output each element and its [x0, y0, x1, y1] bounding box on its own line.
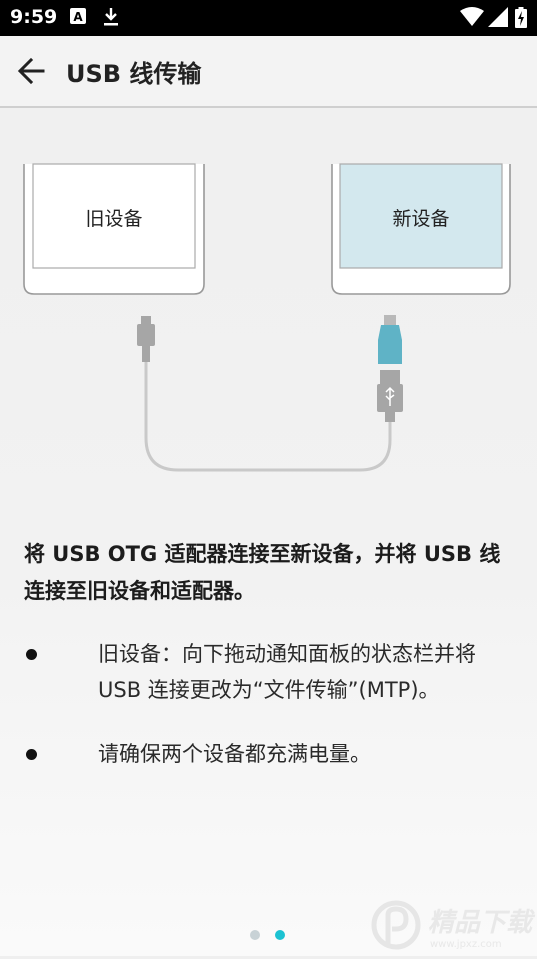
new-device-illustration: 新设备	[331, 163, 511, 295]
usb-cable	[144, 346, 392, 472]
page-title: USB 线传输	[66, 60, 202, 88]
bullet-text: 请确保两个设备都充满电量。	[98, 742, 371, 766]
watermark-text: 精品下载	[428, 908, 536, 938]
old-device-label: 旧设备	[85, 208, 142, 230]
page-dot-1[interactable]	[250, 930, 260, 940]
a-notification-icon: A	[70, 8, 86, 28]
status-bar: 9:59 A	[0, 0, 537, 36]
app-bar: USB 线传输	[0, 36, 537, 108]
usb-a-connector-icon	[377, 370, 403, 422]
signal-icon	[488, 7, 508, 31]
battery-charging-icon	[515, 7, 527, 32]
usb-c-connector-icon	[137, 316, 155, 362]
bullet-dot	[26, 649, 37, 660]
otg-adapter-icon	[378, 315, 402, 364]
svg-text:A: A	[73, 10, 83, 24]
watermark-logo: 精品下载 www.jpxz.com	[368, 897, 536, 955]
instruction-text: 将 USB OTG 适配器连接至新设备，并将 USB 线连接至旧设备和适配器。	[24, 542, 501, 603]
status-time: 9:59	[10, 6, 58, 28]
download-icon	[103, 8, 119, 31]
connection-diagram: 旧设备 新设备	[0, 108, 537, 488]
page-dot-2[interactable]	[275, 930, 285, 940]
bullet-dot	[26, 749, 37, 760]
new-device-label: 新设备	[392, 208, 449, 230]
old-device-illustration: 旧设备	[23, 163, 205, 295]
watermark-url: www.jpxz.com	[430, 939, 502, 950]
arrow-left-icon[interactable]	[16, 57, 46, 89]
bullet-text: 旧设备：向下拖动通知面板的状态栏并将 USB 连接更改为“文件传输”(MTP)。	[98, 642, 476, 702]
wifi-icon	[460, 7, 484, 31]
